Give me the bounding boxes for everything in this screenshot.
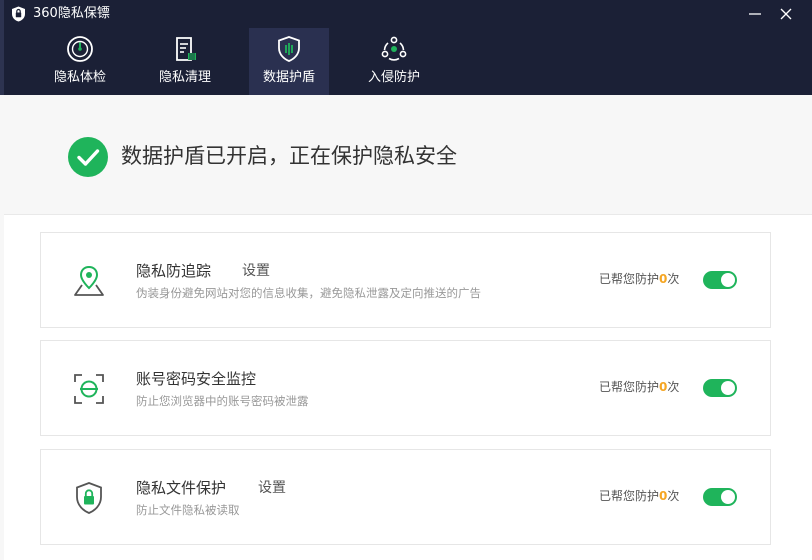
document-clean-icon [176, 37, 196, 61]
title-bar: 360隐私保镖 [0, 0, 812, 28]
tab-label: 入侵防护 [367, 70, 420, 85]
tab-label: 隐私清理 [158, 70, 211, 85]
network-defense-icon [381, 36, 407, 61]
feature-toggle[interactable] [703, 379, 737, 397]
feature-title: 账号密码安全监控 [136, 370, 257, 388]
count-suffix: 次 [667, 380, 680, 394]
feature-card-file-protection: 隐私文件保护 设置 防止文件隐私被读取 已帮您防护0次 [40, 449, 771, 545]
count-prefix: 已帮您防护 [599, 272, 660, 286]
tab-label: 数据护盾 [262, 70, 315, 85]
feature-description: 防止文件隐私被读取 [136, 503, 240, 517]
count-suffix: 次 [667, 489, 680, 503]
count-prefix: 已帮您防护 [599, 489, 660, 503]
face-scan-icon [74, 374, 104, 404]
gauge-icon [67, 36, 93, 62]
app-title: 360隐私保镖 [33, 6, 110, 21]
feature-title: 隐私防追踪 [136, 262, 212, 280]
feature-toggle[interactable] [703, 271, 737, 289]
protection-count: 已帮您防护0次 [599, 271, 679, 287]
app-logo-icon [12, 6, 25, 22]
count-suffix: 次 [667, 272, 680, 286]
protection-count: 已帮您防护0次 [599, 379, 679, 395]
close-icon [780, 8, 792, 20]
feature-list: 隐私防追踪 设置 伪装身份避免网站对您的信息收集，避免隐私泄露及定向推送的广告 … [4, 215, 812, 560]
tab-label: 隐私体检 [53, 70, 106, 85]
tab-data-shield[interactable]: 数据护盾 [249, 28, 329, 95]
feature-title: 隐私文件保护 [136, 479, 227, 497]
settings-link[interactable]: 设置 [258, 479, 286, 497]
tab-privacy-clean[interactable]: 隐私清理 [145, 28, 225, 95]
feature-card-anti-tracking: 隐私防追踪 设置 伪装身份避免网站对您的信息收集，避免隐私泄露及定向推送的广告 … [40, 232, 771, 328]
check-circle-icon [68, 137, 108, 177]
header: 360隐私保镖 隐私体检 隐私清理 数据护盾 入侵防护 [0, 0, 812, 95]
status-text: 数据护盾已开启，正在保护隐私安全 [121, 144, 457, 168]
status-banner: 数据护盾已开启，正在保护隐私安全 [4, 95, 812, 215]
count-prefix: 已帮您防护 [599, 380, 660, 394]
feature-description: 伪装身份避免网站对您的信息收集，避免隐私泄露及定向推送的广告 [136, 286, 481, 300]
tab-privacy-checkup[interactable]: 隐私体检 [40, 28, 120, 95]
minimize-button[interactable] [744, 4, 766, 24]
settings-link[interactable]: 设置 [242, 262, 270, 280]
shield-icon [278, 36, 300, 62]
minimize-icon [749, 13, 761, 15]
feature-toggle[interactable] [703, 488, 737, 506]
feature-card-password-monitor: 账号密码安全监控 防止您浏览器中的账号密码被泄露 已帮您防护0次 [40, 340, 771, 436]
feature-description: 防止您浏览器中的账号密码被泄露 [136, 394, 309, 408]
app-window: 360隐私保镖 隐私体检 隐私清理 数据护盾 入侵防护 数据护盾已开启，正在保护… [0, 0, 812, 560]
shield-lock-icon [76, 482, 102, 514]
main-nav: 隐私体检 隐私清理 数据护盾 入侵防护 [0, 28, 812, 95]
location-pin-icon [74, 265, 104, 296]
protection-count: 已帮您防护0次 [599, 488, 679, 504]
tab-intrusion-defense[interactable]: 入侵防护 [354, 28, 434, 95]
close-button[interactable] [775, 4, 797, 24]
